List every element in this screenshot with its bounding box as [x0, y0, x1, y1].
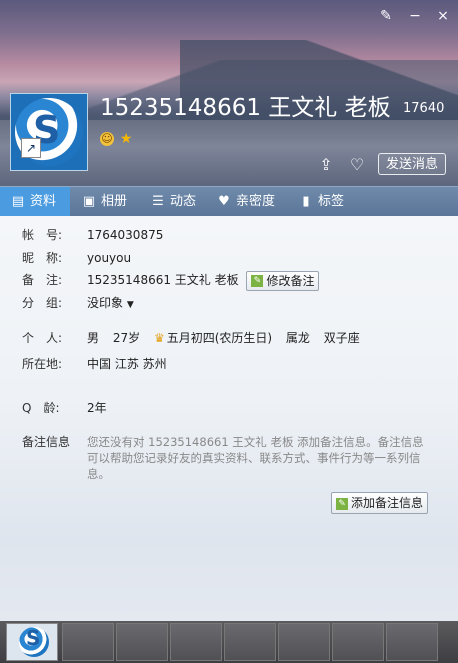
qage-value: 2年 — [87, 401, 107, 415]
group-label: 分 组: — [22, 296, 63, 310]
edit-remark-label: 修改备注 — [266, 273, 315, 288]
minimize-icon[interactable]: − — [404, 6, 426, 26]
group-dropdown[interactable]: 没印象 ▼ — [87, 293, 134, 315]
birthday: 五月初四(农历生日) — [166, 331, 273, 345]
feed-list-icon: ☰ — [152, 194, 164, 209]
bookmark-icon: ▮ — [302, 194, 310, 209]
tab-profile[interactable]: ▤ 资料 — [0, 187, 70, 217]
bottom-bar: S — [0, 621, 458, 663]
thumbnail-slot[interactable] — [62, 623, 114, 661]
chevron-down-icon: ▼ — [126, 300, 134, 310]
edit-remark-button[interactable]: ✎ 修改备注 — [246, 270, 320, 291]
brush-icon[interactable]: ✎ — [375, 6, 397, 26]
age: 27岁 — [112, 331, 141, 345]
heart-plus-icon[interactable]: ♡ — [345, 154, 369, 176]
edit-icon: ✎ — [251, 275, 264, 287]
status-icons: ☺ ★ — [100, 131, 132, 151]
profile-window: ✎ − × S ↗ 15235148661 王文礼 老板 17640 ☺ ★ ⇪… — [0, 0, 458, 663]
tab-album[interactable]: ▣ 相册 — [81, 187, 127, 217]
crown-icon: ♛ — [153, 331, 165, 345]
heart-icon: ♥ — [218, 194, 230, 209]
tab-intimacy[interactable]: ♥ 亲密度 — [216, 187, 275, 217]
thumbnail-slot[interactable] — [224, 623, 276, 661]
account-label: 帐 号: — [22, 228, 63, 242]
qq-number: 17640 — [403, 101, 445, 116]
edit-icon: ✎ — [336, 497, 348, 510]
bottom-avatar[interactable]: S — [6, 623, 58, 661]
qage-label: Q 龄: — [22, 401, 60, 415]
close-icon[interactable]: × — [432, 6, 454, 26]
smiley-icon[interactable]: ☺ — [100, 132, 114, 146]
remark-value: 15235148661 王文礼 老板 — [87, 273, 239, 287]
thumbnail-slot[interactable] — [116, 623, 168, 661]
thumbnail-slot[interactable] — [332, 623, 384, 661]
zodiac: 属龙 — [285, 331, 310, 345]
thumbnail-slot[interactable] — [278, 623, 330, 661]
shortcut-arrow-icon: ↗ — [21, 138, 41, 158]
account-value: 1764030875 — [87, 228, 164, 242]
tab-label: 标签 — [318, 194, 345, 209]
profile-panel: 帐 号: 1764030875 昵 称: youyou 备 注: 1523514… — [0, 216, 458, 621]
add-remark-label: 添加备注信息 — [351, 496, 424, 510]
add-remark-button[interactable]: ✎ 添加备注信息 — [331, 492, 429, 514]
profile-card-icon: ▤ — [11, 194, 25, 209]
contact-title: 15235148661 王文礼 老板 — [100, 95, 391, 121]
tab-label: 资料 — [30, 194, 57, 209]
personal-label: 个 人: — [22, 331, 63, 345]
avatar[interactable]: S ↗ — [10, 93, 88, 171]
thumbnail-slot[interactable] — [170, 623, 222, 661]
gender: 男 — [87, 331, 100, 345]
thumbnail-slot[interactable] — [386, 623, 438, 661]
group-value: 没印象 — [87, 296, 124, 310]
tab-tags[interactable]: ▮ 标签 — [298, 187, 344, 217]
nickname-label: 昵 称: — [22, 251, 63, 265]
album-icon: ▣ — [82, 194, 96, 209]
constellation: 双子座 — [323, 331, 360, 345]
remark-info-hint: 您还没有对 15235148661 王文礼 老板 添加备注信息。备注信息可以帮助… — [87, 435, 424, 481]
remark-value-wrap: 15235148661 王文礼 老板 ✎ 修改备注 — [87, 270, 320, 291]
send-message-button[interactable]: 发送消息 — [378, 153, 446, 175]
tab-bar: ▤ 资料 ▣ 相册 ☰ 动态 ♥ 亲密度 ▮ 标签 — [0, 186, 458, 217]
avatar-letter: S — [26, 626, 41, 650]
tab-feed[interactable]: ☰ 动态 — [150, 187, 196, 217]
location-label: 所在地: — [22, 357, 63, 371]
nickname-value: youyou — [87, 251, 132, 265]
remark-info-label: 备注信息 — [22, 435, 71, 449]
star-icon[interactable]: ★ — [120, 131, 133, 147]
remark-label: 备 注: — [22, 273, 63, 287]
tab-label: 动态 — [170, 194, 197, 209]
location-value: 中国 江苏 苏州 — [87, 357, 167, 371]
tab-label: 亲密度 — [236, 194, 276, 209]
tab-label: 相册 — [101, 194, 128, 209]
share-icon[interactable]: ⇪ — [314, 154, 338, 176]
personal-values: 男 27岁 ♛ 五月初四(农历生日) 属龙 双子座 — [87, 328, 360, 348]
